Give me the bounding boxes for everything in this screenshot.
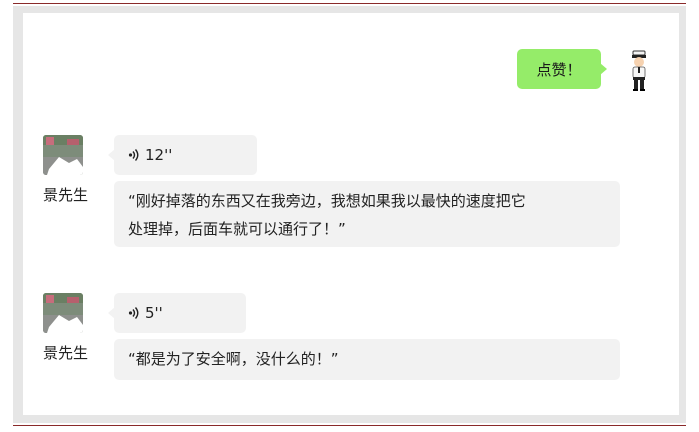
quote-line: 处理掉，后面车就可以通行了！” xyxy=(128,220,346,238)
voice-message-bubble[interactable]: 12'' xyxy=(108,135,257,175)
voice-duration: 5'' xyxy=(145,304,163,322)
voice-message-bubble[interactable]: 5'' xyxy=(108,293,246,333)
user-avatar[interactable] xyxy=(43,293,83,333)
quote-message-bubble[interactable]: “都是为了安全啊，没什么的！” xyxy=(114,339,620,380)
quote-message-bubble[interactable]: “刚好掉落的东西又在我旁边，我想如果我以最快的速度把它 处理掉，后面车就可以通行… xyxy=(114,181,620,247)
sender-name: 景先生 xyxy=(43,186,89,204)
quote-line: “都是为了安全啊，没什么的！” xyxy=(128,350,339,368)
top-rule xyxy=(13,3,686,4)
user-avatar[interactable] xyxy=(43,135,83,175)
bottom-rule xyxy=(13,425,686,426)
police-officer-avatar[interactable] xyxy=(622,50,656,92)
sender-name: 景先生 xyxy=(43,344,89,362)
outgoing-message-text: 点赞！ xyxy=(536,60,582,79)
voice-wave-icon xyxy=(128,307,139,319)
voice-duration: 12'' xyxy=(145,146,173,164)
voice-wave-icon xyxy=(128,149,139,161)
outgoing-message-bubble[interactable]: 点赞！ xyxy=(517,49,607,89)
quote-line: “刚好掉落的东西又在我旁边，我想如果我以最快的速度把它 xyxy=(128,192,526,210)
